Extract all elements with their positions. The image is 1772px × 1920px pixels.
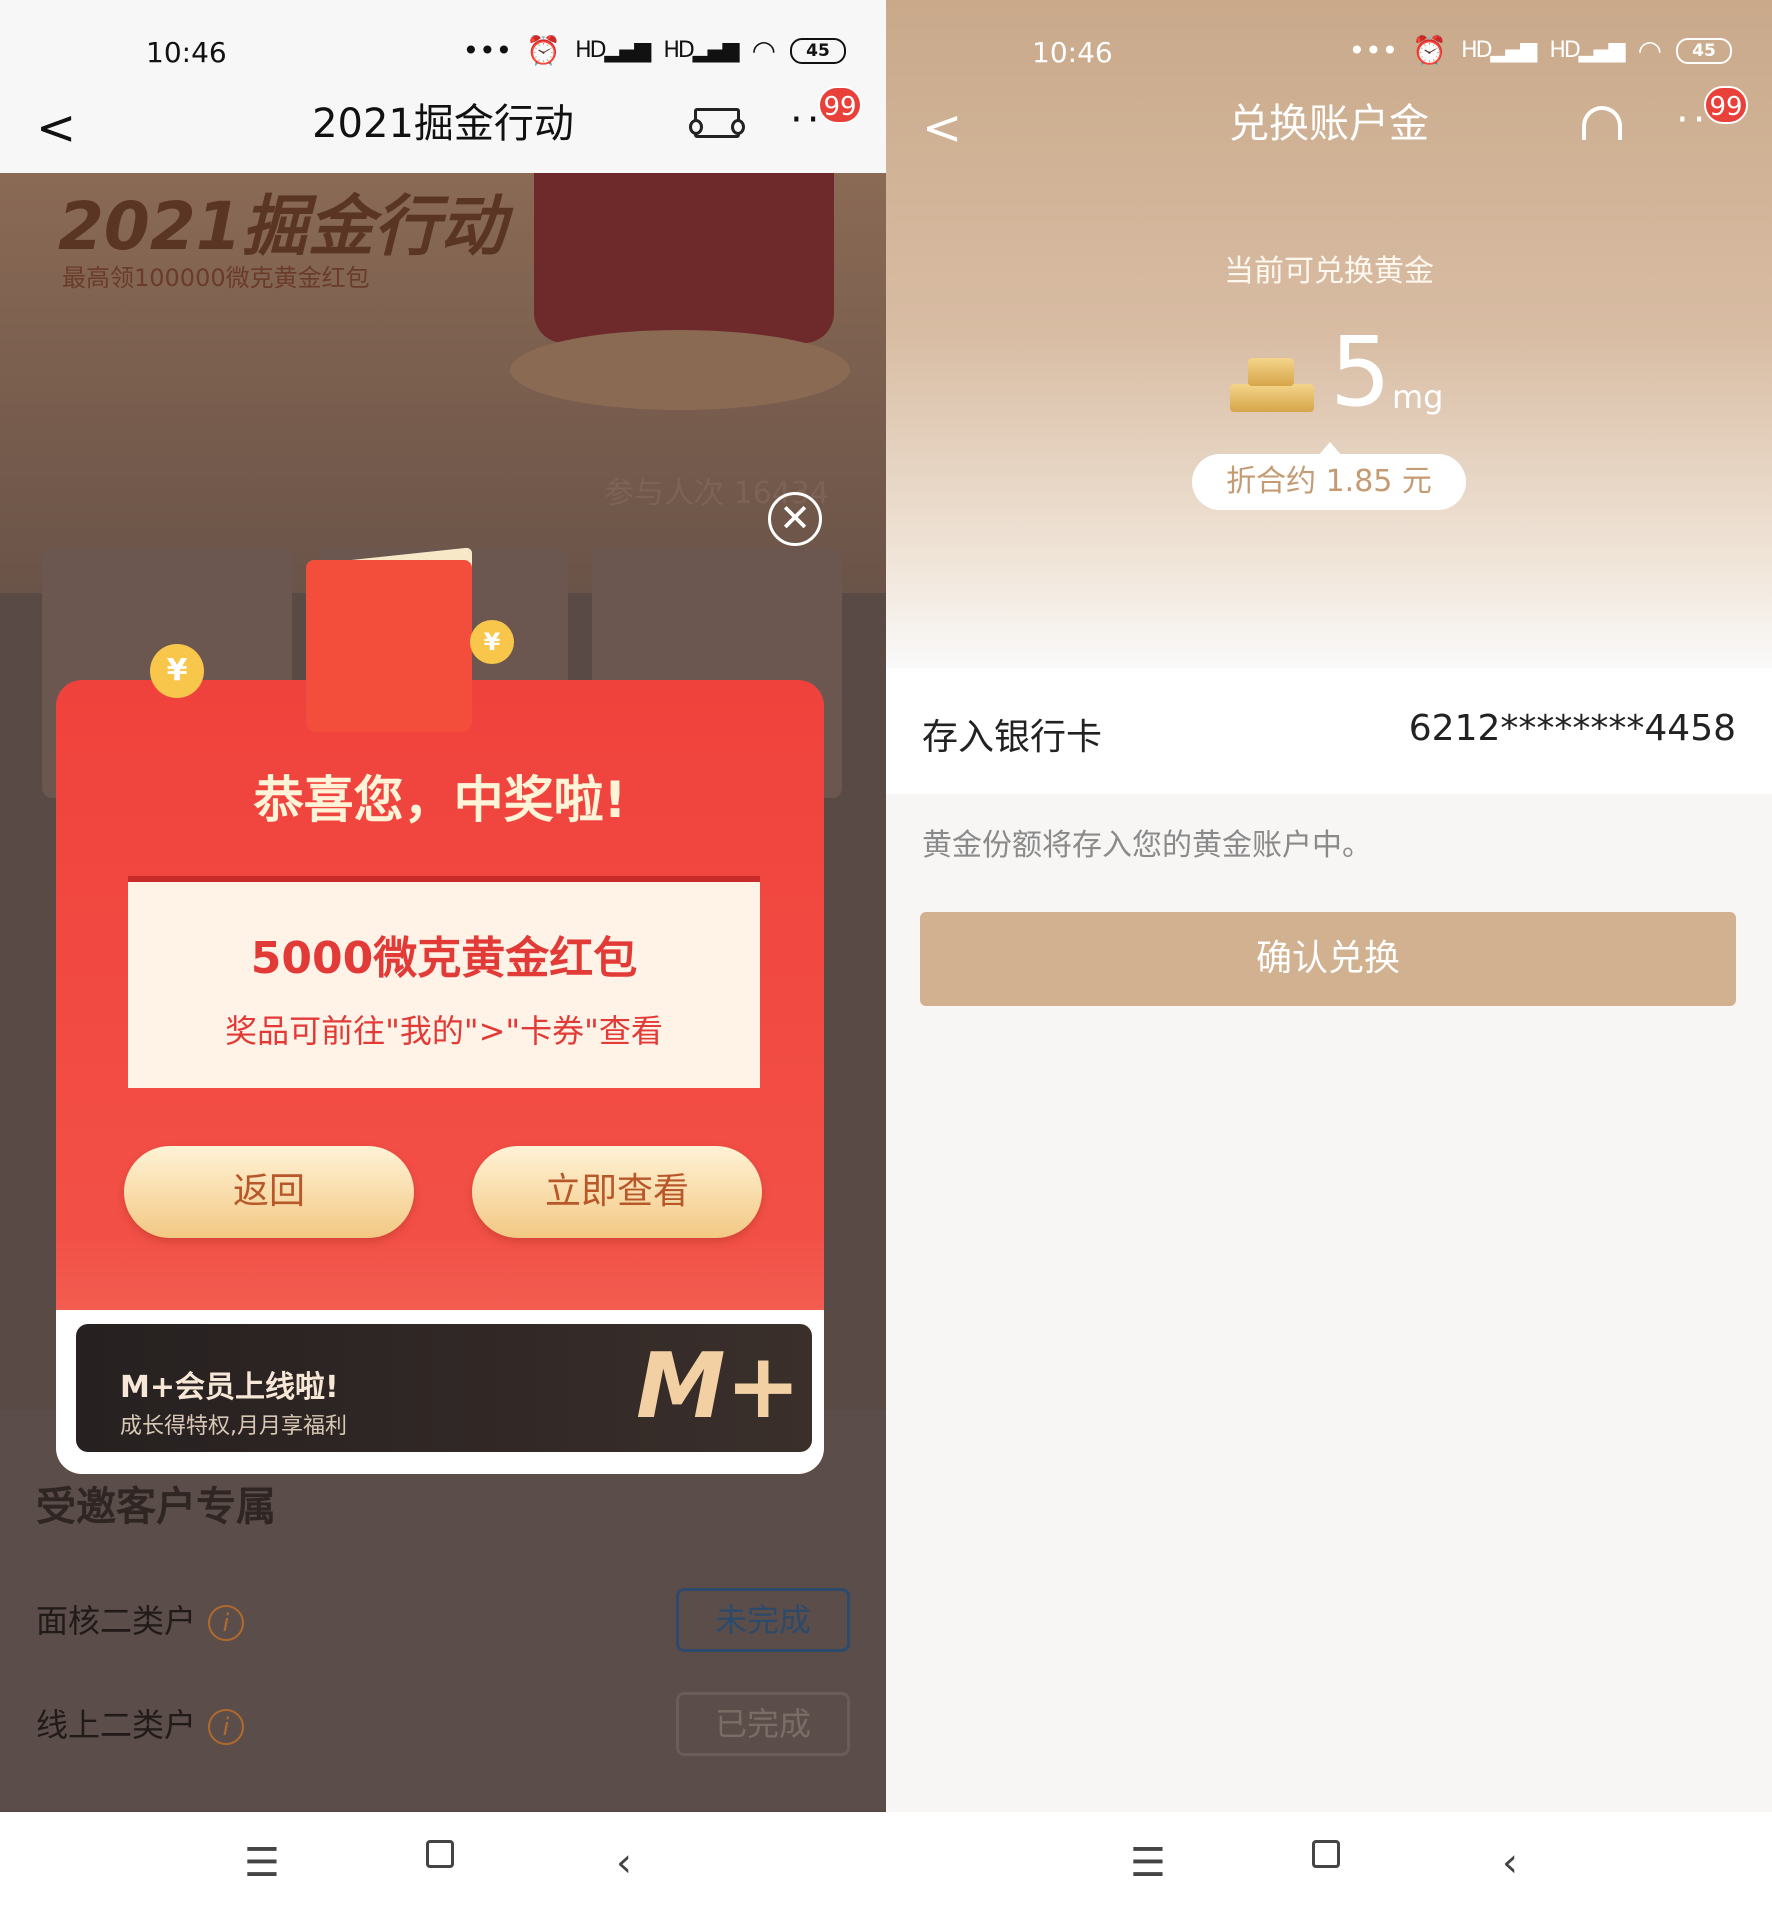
status-bar: 10:46 ••• ⏰ HD▂▄▆ HD▂▄▆ ◠ 45 — [0, 0, 886, 100]
back-dialog-button[interactable]: 返回 — [124, 1146, 414, 1238]
confirm-exchange-button[interactable]: 确认兑换 — [920, 912, 1736, 1006]
home-nav-button[interactable] — [1312, 1840, 1340, 1868]
bank-card-number: 6212********4458 — [1408, 708, 1736, 749]
gold-header: 10:46 ••• ⏰ HD▂▄▆ HD▂▄▆ ◠ 45 < 兑换账户金 ···… — [886, 0, 1772, 668]
invite-row-label: 线上二类户 — [36, 1706, 197, 1744]
menu-nav-button[interactable]: ☰ — [1130, 1840, 1166, 1886]
gold-bars-icon — [1222, 344, 1318, 416]
coin-icon: ¥ — [470, 620, 514, 664]
home-nav-button[interactable] — [426, 1840, 454, 1868]
menu-nav-button[interactable]: ☰ — [244, 1840, 280, 1886]
invite-row-2: 线上二类户 i — [36, 1700, 245, 1746]
signal-icon: HD▂▄▆ — [663, 38, 739, 63]
membership-promo-banner[interactable]: M+会员上线啦! 成长得特权,月月享福利 M+ — [76, 1324, 812, 1452]
signal-icon: HD▂▄▆ — [575, 38, 651, 63]
status-bar: 10:46 ••• ⏰ HD▂▄▆ HD▂▄▆ ◠ 45 — [886, 0, 1772, 100]
gold-unit: mg — [1392, 378, 1444, 416]
page-title: 兑换账户金 — [1229, 101, 1429, 147]
status-button-complete: 已完成 — [676, 1692, 850, 1756]
close-dialog-button[interactable]: ✕ — [768, 492, 822, 546]
dots-icon: ••• — [462, 34, 513, 67]
bank-card-row[interactable]: 存入银行卡 6212********4458 — [886, 668, 1772, 794]
red-envelope-image — [306, 560, 472, 732]
nav-bar: < 2021掘金行动 ··· 99 — [0, 86, 886, 173]
customer-service-icon[interactable] — [1582, 106, 1622, 140]
invite-row-1: 面核二类户 i — [36, 1596, 245, 1642]
back-nav-button[interactable]: ‹ — [1502, 1840, 1518, 1886]
alarm-icon: ⏰ — [1412, 34, 1448, 67]
wifi-icon: ◠ — [1637, 34, 1662, 67]
system-nav-bar: ☰ ‹ — [0, 1812, 886, 1920]
battery-icon: 45 — [1676, 37, 1732, 64]
treasure-pot-image — [534, 173, 834, 343]
status-icons: ••• ⏰ HD▂▄▆ HD▂▄▆ ◠ 45 — [1349, 34, 1732, 67]
app-header: 10:46 ••• ⏰ HD▂▄▆ HD▂▄▆ ◠ 45 < 2021掘金行动 … — [0, 0, 886, 173]
m-plus-logo: M+ — [636, 1334, 801, 1439]
dialog-title: 恭喜您，中奖啦! — [253, 771, 627, 829]
system-nav-bar: ☰ ‹ — [886, 1812, 1772, 1920]
signal-icon: HD▂▄▆ — [1461, 38, 1537, 63]
banner-subtitle: 最高领100000微克黄金红包 — [62, 264, 370, 292]
info-icon[interactable]: i — [208, 1605, 245, 1641]
promo-subtitle: 成长得特权,月月享福利 — [120, 1414, 347, 1439]
prize-card: 5000微克黄金红包 奖品可前往"我的">"卡券"查看 — [128, 876, 760, 1088]
signal-icon: HD▂▄▆ — [1549, 38, 1625, 63]
status-icons: ••• ⏰ HD▂▄▆ HD▂▄▆ ◠ 45 — [463, 34, 846, 67]
gold-available-label: 当前可兑换黄金 — [1224, 254, 1434, 289]
back-nav-button[interactable]: ‹ — [616, 1840, 632, 1886]
coin-icon: ¥ — [150, 644, 204, 698]
invite-row-label: 面核二类户 — [36, 1602, 197, 1640]
clock: 10:46 — [146, 36, 227, 69]
info-icon[interactable]: i — [208, 1709, 245, 1745]
dots-icon: ••• — [1348, 34, 1399, 67]
pot-plate-image — [510, 330, 850, 410]
page-title: 2021掘金行动 — [312, 101, 574, 147]
notification-badge: 99 — [818, 86, 862, 124]
invite-title: 受邀客户专属 — [36, 1484, 276, 1530]
status-button-incomplete[interactable]: 未完成 — [676, 1588, 850, 1652]
ticket-icon[interactable] — [689, 108, 745, 138]
battery-icon: 45 — [790, 37, 846, 64]
prize-name: 5000微克黄金红包 — [250, 933, 638, 984]
bank-card-label: 存入银行卡 — [922, 717, 1103, 758]
promo-title: M+会员上线啦! — [120, 1370, 339, 1405]
deposit-note: 黄金份额将存入您的黄金账户中。 — [922, 828, 1372, 863]
notification-badge: 99 — [1704, 86, 1748, 124]
wifi-icon: ◠ — [751, 34, 776, 67]
nav-bar: < 兑换账户金 ··· 99 — [886, 86, 1772, 173]
banner-title: 2021掘金行动 — [58, 188, 506, 265]
promo-container: M+会员上线啦! 成长得特权,月月享福利 M+ — [56, 1310, 824, 1474]
gold-amount: 5 — [1330, 316, 1392, 428]
view-now-button[interactable]: 立即查看 — [472, 1146, 762, 1238]
left-screen: 2021掘金行动 最高领100000微克黄金红包 参与人次 16434 受邀客户… — [0, 0, 886, 1920]
alarm-icon: ⏰ — [526, 34, 562, 67]
clock: 10:46 — [1032, 36, 1113, 69]
approx-value-pill: 折合约 1.85 元 — [1192, 442, 1466, 510]
prize-hint: 奖品可前往"我的">"卡券"查看 — [225, 1012, 663, 1050]
right-screen: 10:46 ••• ⏰ HD▂▄▆ HD▂▄▆ ◠ 45 < 兑换账户金 ···… — [886, 0, 1772, 1920]
